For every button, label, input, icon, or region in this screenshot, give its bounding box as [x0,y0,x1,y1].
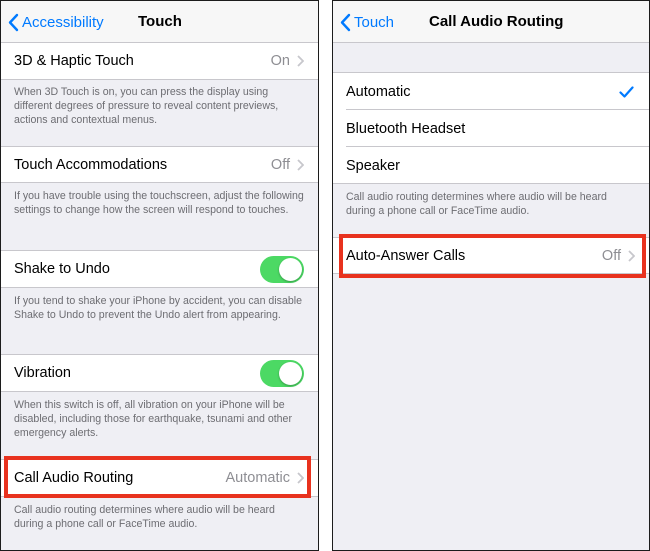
shake-to-undo-label: Shake to Undo [14,261,110,277]
shake-to-undo-cell: Shake to Undo [1,250,318,288]
haptic-touch-label: 3D & Haptic Touch [14,53,134,69]
chevron-right-icon [297,55,304,67]
shake-to-undo-toggle[interactable] [260,255,304,283]
toggle-knob [279,361,302,385]
back-button[interactable]: Accessibility [8,1,104,43]
touch-accommodations-label: Touch Accommodations [14,156,168,173]
call-audio-routing-footer: Call audio routing determines where audi… [14,504,275,530]
back-button[interactable]: Touch [340,1,394,43]
nav-bar: Accessibility Touch [1,1,318,43]
touch-accommodations-value: Off [270,156,290,173]
chevron-right-icon [297,472,304,484]
page-title: Call Audio Routing [429,13,564,30]
call-audio-routing-value: Automatic [225,470,290,486]
touch-accommodations-cell[interactable]: Touch Accommodations Off [1,146,318,183]
vibration-label: Vibration [14,365,71,381]
routing-footer: Call audio routing determines where audi… [346,191,607,217]
chevron-left-icon [8,13,19,31]
chevron-right-icon [628,249,635,262]
checkmark-icon [619,85,634,98]
auto-answer-calls-label: Auto-Answer Calls [346,247,466,264]
routing-options-group: Automatic Bluetooth Headset Speaker [333,72,649,184]
option-automatic[interactable]: Automatic [333,73,649,110]
haptic-touch-value: On [270,53,290,69]
auto-answer-calls-value: Off [601,247,621,264]
call-audio-routing-screen: Touch Call Audio Routing Automatic Bluet… [332,0,650,551]
touch-accommodations-footer: If you have trouble using the touchscree… [14,190,304,216]
option-label: Bluetooth Headset [346,120,466,137]
page-title: Touch [138,13,182,30]
option-speaker[interactable]: Speaker [333,147,649,184]
chevron-right-icon [297,158,304,171]
back-label: Accessibility [22,13,104,31]
call-audio-routing-label: Call Audio Routing [14,470,134,486]
call-audio-routing-cell[interactable]: Call Audio Routing Automatic [1,459,318,497]
toggle-knob [279,257,302,281]
auto-answer-calls-cell[interactable]: Auto-Answer Calls Off [333,237,649,274]
vibration-footer: When this switch is off, all vibration o… [14,399,292,439]
haptic-touch-cell[interactable]: 3D & Haptic Touch On [1,43,318,80]
option-bluetooth-headset[interactable]: Bluetooth Headset [333,110,649,147]
haptic-touch-footer: When 3D Touch is on, you can press the d… [14,86,279,126]
option-label: Automatic [346,83,411,100]
touch-settings-screen: Accessibility Touch 3D & Haptic Touch On… [0,0,319,551]
nav-bar: Touch Call Audio Routing [333,1,649,43]
option-label: Speaker [346,157,401,174]
back-label: Touch [354,13,395,31]
shake-to-undo-footer: If you tend to shake your iPhone by acci… [14,295,302,321]
vibration-cell: Vibration [1,354,318,392]
chevron-left-icon [340,13,351,31]
vibration-toggle[interactable] [260,359,304,387]
